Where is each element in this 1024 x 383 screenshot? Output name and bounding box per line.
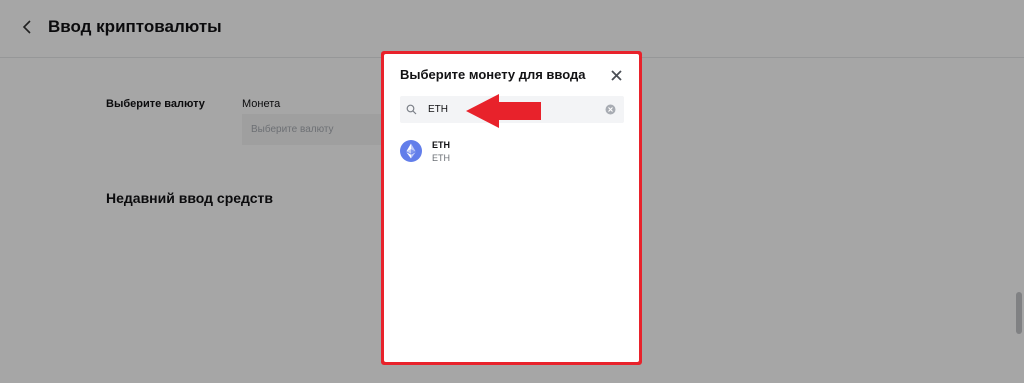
coin-list-item[interactable]: ETH ETH [400,136,624,168]
ethereum-icon [400,140,422,162]
modal-title: Выберите монету для ввода [400,67,586,82]
search-icon [406,104,417,115]
search-box [400,96,624,123]
coin-symbol: ETH [432,140,450,150]
search-input[interactable] [424,96,602,123]
clear-search-icon[interactable] [605,104,616,115]
coin-name: ETH [432,153,450,163]
close-button[interactable] [608,67,624,83]
close-icon [610,69,622,81]
coin-select-modal: Выберите монету для ввода ETH ETH [384,54,639,362]
